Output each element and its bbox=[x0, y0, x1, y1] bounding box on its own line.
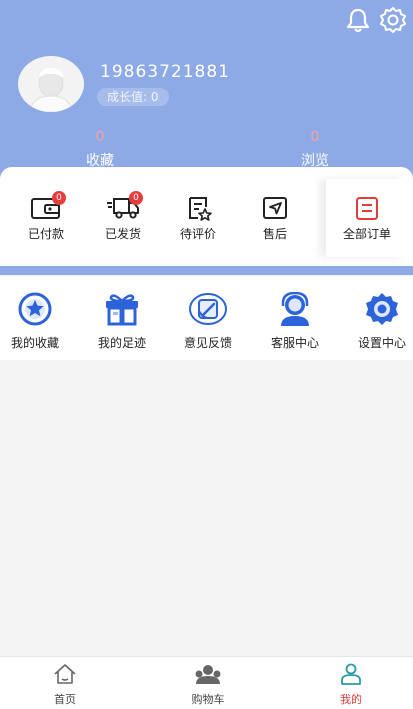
order-to-review[interactable]: 待评价 bbox=[166, 195, 230, 242]
bell-icon[interactable] bbox=[344, 6, 372, 34]
user-phone: 19863721881 bbox=[100, 62, 230, 82]
order-label: 全部订单 bbox=[342, 227, 391, 241]
gift-icon bbox=[106, 294, 138, 326]
tool-grid: 我的收藏 我的足迹 意见反馈 客服中心 设置中心 bbox=[0, 276, 413, 360]
order-aftersale[interactable]: 售后 bbox=[243, 195, 307, 242]
review-icon bbox=[189, 197, 212, 221]
tool-label: 设置中心 bbox=[357, 336, 406, 350]
feedback-icon bbox=[189, 293, 227, 325]
support-icon bbox=[281, 292, 309, 326]
tab-label: 我的 bbox=[340, 693, 362, 706]
home-icon bbox=[54, 664, 76, 684]
tool-feedback[interactable]: 意见反馈 bbox=[169, 292, 247, 351]
tab-profile[interactable]: 我的 bbox=[311, 663, 391, 707]
order-badge: 0 bbox=[52, 191, 66, 205]
tab-home[interactable]: 首页 bbox=[25, 663, 105, 707]
tool-label: 意见反馈 bbox=[183, 336, 232, 350]
settings-icon bbox=[366, 293, 398, 325]
order-label: 已付款 bbox=[27, 227, 64, 241]
gear-icon[interactable] bbox=[378, 5, 408, 35]
stat-favorites[interactable]: 0 收藏 bbox=[50, 128, 150, 170]
order-label: 售后 bbox=[262, 227, 287, 241]
order-paid[interactable]: 0 已付款 bbox=[14, 191, 78, 242]
order-all[interactable]: 全部订单 bbox=[334, 195, 400, 242]
tab-cart[interactable]: 购物车 bbox=[168, 663, 248, 707]
all-orders-icon bbox=[356, 197, 378, 220]
tab-label: 首页 bbox=[54, 693, 76, 706]
growth-value-badge: 成长值: 0 bbox=[97, 88, 169, 106]
profile-icon bbox=[341, 663, 361, 685]
tool-settings[interactable]: 设置中心 bbox=[343, 292, 413, 351]
stat-history[interactable]: 0 浏览 bbox=[265, 128, 365, 170]
tab-label: 购物车 bbox=[191, 693, 225, 706]
avatar[interactable] bbox=[18, 56, 84, 112]
tool-my-footprints[interactable]: 我的足迹 bbox=[83, 292, 161, 351]
star-icon bbox=[18, 292, 52, 326]
stat-count: 0 bbox=[95, 129, 105, 145]
tool-label: 我的收藏 bbox=[10, 336, 59, 350]
tool-label: 我的足迹 bbox=[97, 336, 146, 350]
order-shipped[interactable]: 0 已发货 bbox=[91, 191, 155, 242]
default-avatar-icon bbox=[29, 68, 73, 112]
order-panel: 0 已付款 0 已发货 待评价 售后 全部订单 bbox=[0, 167, 413, 266]
cart-icon bbox=[195, 665, 221, 684]
order-badge: 0 bbox=[129, 191, 143, 205]
order-label: 待评价 bbox=[179, 227, 216, 241]
bottom-tab-bar: 首页 购物车 我的 bbox=[0, 656, 413, 709]
aftersale-icon bbox=[263, 197, 287, 219]
stat-count: 0 bbox=[310, 129, 320, 145]
tool-customer-service[interactable]: 客服中心 bbox=[256, 292, 334, 351]
order-label: 已发货 bbox=[104, 227, 141, 241]
tool-my-favorites[interactable]: 我的收藏 bbox=[0, 292, 74, 351]
tool-label: 客服中心 bbox=[270, 336, 319, 350]
